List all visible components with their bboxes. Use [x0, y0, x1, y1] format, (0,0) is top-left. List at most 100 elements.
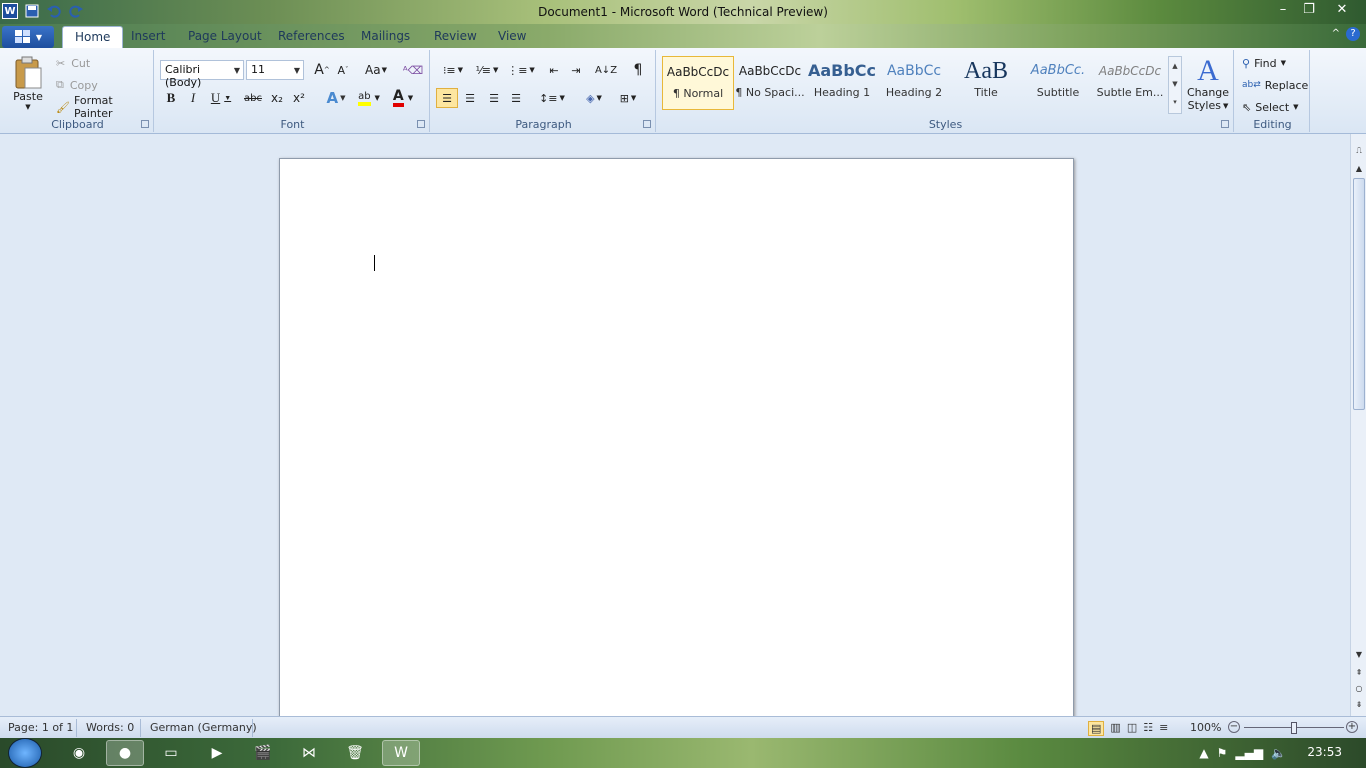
word-count-status[interactable]: Words: 0: [86, 721, 134, 734]
browse-object-icon[interactable]: ○: [1351, 682, 1366, 696]
style-subtitle[interactable]: AaBbCc. Subtitle: [1022, 56, 1094, 110]
font-family-value: Calibri (Body): [165, 63, 202, 89]
style-no-spacing[interactable]: AaBbCcDc ¶ No Spaci...: [734, 56, 806, 110]
firefox-icon[interactable]: ●: [106, 740, 144, 766]
tab-mailings[interactable]: Mailings: [361, 29, 410, 43]
dialog-launcher-icon[interactable]: [643, 120, 651, 128]
zoom-slider-thumb[interactable]: [1291, 722, 1297, 734]
highlight-button[interactable]: ab ▼: [354, 88, 384, 108]
font-size-combo[interactable]: 11 ▼: [246, 60, 304, 80]
tab-home[interactable]: Home: [62, 26, 124, 48]
style-subtle-emphasis[interactable]: AaBbCcDc Subtle Em...: [1094, 56, 1166, 110]
align-left-button[interactable]: ☰: [436, 88, 458, 108]
scroll-up-icon[interactable]: ▲: [1351, 162, 1366, 176]
recycle-bin-icon[interactable]: 🗑: [336, 740, 374, 766]
find-button[interactable]: ⚲ Find ▼: [1242, 54, 1286, 72]
dialog-launcher-icon[interactable]: [141, 120, 149, 128]
vertical-scrollbar[interactable]: ⎍ ▲ ▼ ⇞ ○ ⇟: [1350, 134, 1366, 716]
next-page-icon[interactable]: ⇟: [1351, 698, 1366, 712]
start-button[interactable]: [8, 738, 42, 768]
chrome-icon[interactable]: ◉: [60, 740, 98, 766]
restore-icon[interactable]: ❐: [1296, 0, 1322, 18]
bullets-button[interactable]: ⁝≡ ▼: [438, 60, 468, 80]
font-family-combo[interactable]: Calibri (Body) ▼: [160, 60, 244, 89]
ruler-toggle-icon[interactable]: ⎍: [1351, 144, 1366, 158]
replace-button[interactable]: ab⇄ Replace: [1242, 76, 1308, 94]
scroll-thumb[interactable]: [1353, 178, 1365, 410]
subscript-button[interactable]: x₂: [268, 88, 286, 108]
numbering-button[interactable]: ⅟≡ ▼: [472, 60, 502, 80]
movie-maker-icon[interactable]: 🎬: [244, 740, 282, 766]
change-styles-button[interactable]: A Change Styles ▼: [1186, 54, 1230, 114]
align-center-button[interactable]: ☰: [460, 88, 480, 108]
zoom-in-icon[interactable]: +: [1346, 721, 1358, 733]
line-spacing-button[interactable]: ↕≡ ▼: [538, 88, 566, 108]
styles-gallery-scroll[interactable]: ▲ ▼ ▾: [1168, 56, 1182, 114]
copy-button[interactable]: ⧉ Copy: [56, 76, 98, 94]
page-count-status[interactable]: Page: 1 of 1: [8, 721, 73, 734]
multilevel-list-button[interactable]: ⋮≡ ▼: [506, 60, 536, 80]
language-status[interactable]: German (Germany): [150, 721, 257, 734]
change-case-button[interactable]: Aa ▼: [362, 60, 390, 80]
align-right-button[interactable]: ☰: [484, 88, 504, 108]
text-effects-button[interactable]: A ▼: [322, 88, 350, 108]
shrink-font-button[interactable]: Aˇ: [334, 60, 352, 80]
ribbon-minimize-icon[interactable]: ^: [1332, 28, 1340, 39]
full-screen-reading-icon[interactable]: ▥: [1110, 721, 1120, 736]
underline-button[interactable]: U ▼: [208, 88, 234, 108]
document-page[interactable]: [279, 158, 1074, 718]
tab-review[interactable]: Review: [434, 29, 477, 43]
paint-bucket-icon: ◈: [586, 91, 595, 105]
previous-page-icon[interactable]: ⇞: [1351, 666, 1366, 680]
scroll-down-icon[interactable]: ▼: [1351, 648, 1366, 662]
draft-view-icon[interactable]: ≡: [1159, 721, 1168, 736]
minimize-icon[interactable]: –: [1270, 0, 1296, 18]
dialog-launcher-icon[interactable]: [1221, 120, 1229, 128]
media-player-icon[interactable]: ▶: [198, 740, 236, 766]
clear-formatting-button[interactable]: ᴬ⌫: [402, 60, 424, 80]
show-hidden-icons-icon[interactable]: ▲: [1199, 746, 1208, 760]
grow-font-button[interactable]: A ^: [312, 60, 332, 80]
file-explorer-icon[interactable]: ▭: [152, 740, 190, 766]
italic-button[interactable]: I: [184, 88, 202, 108]
justify-button[interactable]: ☰: [506, 88, 526, 108]
sort-button[interactable]: A↓Z: [595, 60, 617, 80]
outline-view-icon[interactable]: ☷: [1143, 721, 1153, 736]
style-title[interactable]: AaB Title: [950, 56, 1022, 110]
app-icon[interactable]: ⋈: [290, 740, 328, 766]
network-icon[interactable]: ▂▄▆: [1235, 746, 1263, 760]
bold-button[interactable]: B: [162, 88, 180, 108]
tab-references[interactable]: References: [278, 29, 345, 43]
increase-indent-button[interactable]: ⇥: [566, 60, 586, 80]
paste-button[interactable]: Paste ▼: [8, 52, 48, 114]
font-color-button[interactable]: A ▼: [388, 88, 418, 108]
web-layout-icon[interactable]: ◫: [1127, 721, 1137, 736]
office-button[interactable]: ▼: [2, 26, 54, 48]
select-button[interactable]: ⇖ Select ▼: [1242, 98, 1299, 116]
dialog-launcher-icon[interactable]: [417, 120, 425, 128]
style-heading-2[interactable]: AaBbCc Heading 2: [878, 56, 950, 110]
format-painter-button[interactable]: 🖌 Format Painter: [56, 94, 153, 120]
volume-icon[interactable]: 🔈: [1271, 746, 1286, 760]
style-normal[interactable]: AaBbCcDc ¶ Normal: [662, 56, 734, 110]
zoom-level[interactable]: 100%: [1190, 721, 1221, 734]
zoom-out-icon[interactable]: −: [1228, 721, 1240, 733]
help-icon[interactable]: ?: [1346, 27, 1360, 41]
style-heading-1[interactable]: AaBbCc Heading 1: [806, 56, 878, 110]
style-name: Heading 2: [885, 86, 943, 99]
print-layout-icon[interactable]: ▤: [1088, 721, 1105, 736]
borders-button[interactable]: ⊞ ▼: [614, 88, 642, 108]
cut-button[interactable]: ✂ Cut: [56, 54, 90, 72]
shading-button[interactable]: ◈ ▼: [580, 88, 608, 108]
strikethrough-button[interactable]: abc: [242, 88, 264, 108]
close-icon[interactable]: ✕: [1322, 0, 1362, 18]
tab-insert[interactable]: Insert: [131, 29, 165, 43]
tab-view[interactable]: View: [498, 29, 526, 43]
clock[interactable]: 23:53: [1307, 745, 1342, 759]
decrease-indent-button[interactable]: ⇤: [544, 60, 564, 80]
tab-page-layout[interactable]: Page Layout: [188, 29, 262, 43]
action-center-icon[interactable]: ⚑: [1217, 746, 1228, 760]
show-formatting-button[interactable]: ¶: [628, 60, 648, 80]
word-taskbar-icon[interactable]: W: [382, 740, 420, 766]
superscript-button[interactable]: x²: [290, 88, 308, 108]
